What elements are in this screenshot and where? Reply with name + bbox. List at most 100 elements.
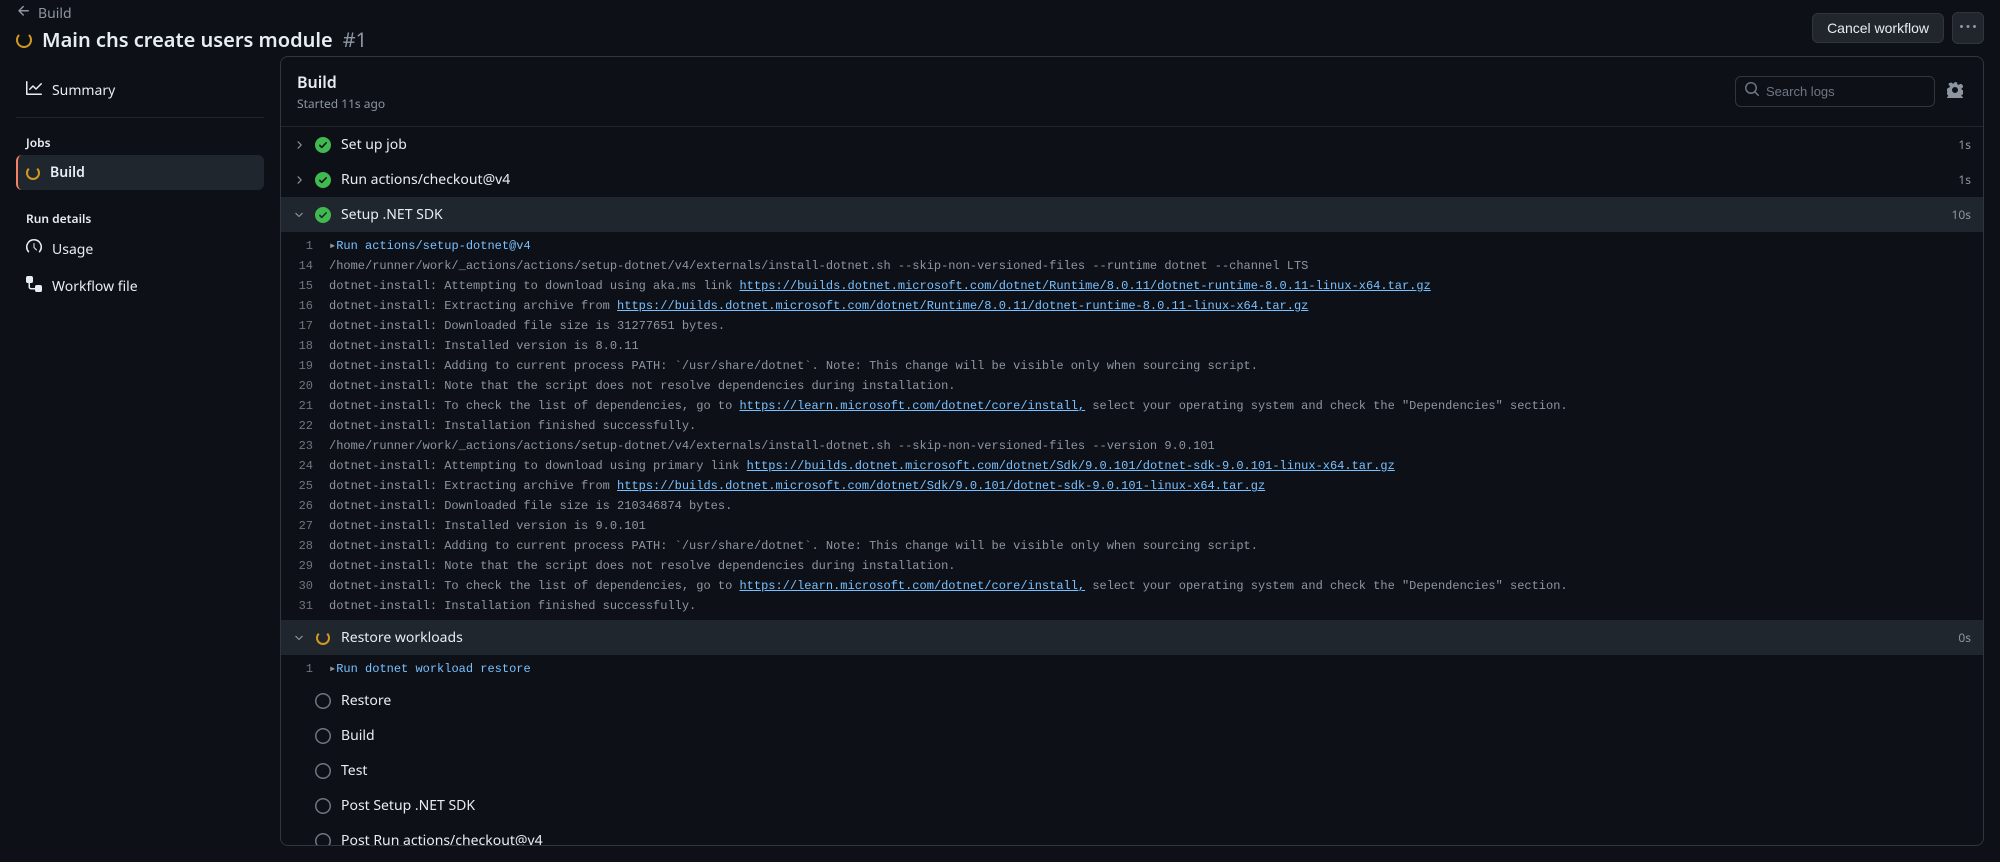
step-row[interactable]: Restore workloads 0s (281, 620, 1983, 655)
line-content: dotnet-install: Adding to current proces… (329, 537, 1983, 555)
top-bar-right: Cancel workflow (1812, 12, 1984, 44)
line-number[interactable]: 22 (281, 417, 329, 435)
circle-icon (315, 833, 331, 846)
line-number[interactable]: 21 (281, 397, 329, 415)
circle-icon (315, 763, 331, 779)
sidebar-item-label: Summary (52, 81, 115, 100)
log-line: 26dotnet-install: Downloaded file size i… (281, 496, 1983, 516)
line-content: /home/runner/work/_actions/actions/setup… (329, 437, 1983, 455)
workflow-icon (26, 276, 42, 297)
line-content: dotnet-install: Attempting to download u… (329, 457, 1983, 475)
log-line: 29dotnet-install: Note that the script d… (281, 556, 1983, 576)
log-body[interactable]: Set up job 1s Run actions/checkout@v4 1s… (281, 127, 1983, 845)
circle-icon (315, 728, 331, 744)
log-line: 27dotnet-install: Installed version is 9… (281, 516, 1983, 536)
line-content: dotnet-install: Extracting archive from … (329, 297, 1983, 315)
line-number[interactable]: 14 (281, 257, 329, 275)
log-line: 17dotnet-install: Downloaded file size i… (281, 316, 1983, 336)
step-name: Setup .NET SDK (341, 205, 1942, 224)
top-bar-left: Build Main chs create users module #1 (16, 3, 367, 53)
kebab-menu-button[interactable] (1952, 12, 1984, 44)
sidebar-item-usage[interactable]: Usage (16, 231, 264, 268)
step-row[interactable]: Post Setup .NET SDK (281, 788, 1983, 823)
main-layout: Summary Jobs Build Run details Usage Wor… (0, 56, 2000, 862)
circle-icon (315, 798, 331, 814)
running-spinner-icon (16, 32, 32, 48)
running-spinner-icon (26, 166, 40, 180)
log-line: 15dotnet-install: Attempting to download… (281, 276, 1983, 296)
check-circle-icon (315, 137, 331, 153)
log-lines: 1▸Run dotnet workload restore (281, 655, 1983, 683)
step-row[interactable]: Test (281, 753, 1983, 788)
line-number[interactable]: 16 (281, 297, 329, 315)
line-content: dotnet-install: Note that the script doe… (329, 377, 1983, 395)
back-label: Build (38, 4, 72, 23)
line-number[interactable]: 1 (281, 660, 329, 678)
content: Build Started 11s ago (280, 56, 2000, 862)
step-row[interactable]: Build (281, 718, 1983, 753)
sidebar-jobs-heading: Jobs (16, 126, 264, 155)
line-number[interactable]: 29 (281, 557, 329, 575)
line-content: ▸Run dotnet workload restore (329, 660, 1983, 678)
log-lines: 1▸Run actions/setup-dotnet@v414/home/run… (281, 232, 1983, 620)
sidebar-item-build[interactable]: Build (16, 155, 264, 190)
log-line: 16dotnet-install: Extracting archive fro… (281, 296, 1983, 316)
line-content: dotnet-install: Downloaded file size is … (329, 497, 1983, 515)
running-spinner-icon (315, 630, 331, 646)
run-number: #1 (343, 26, 367, 53)
line-number[interactable]: 24 (281, 457, 329, 475)
cancel-workflow-button[interactable]: Cancel workflow (1812, 13, 1944, 43)
step-name: Post Run actions/checkout@v4 (341, 831, 1961, 845)
line-number[interactable]: 26 (281, 497, 329, 515)
step-row[interactable]: Restore (281, 683, 1983, 718)
back-link[interactable]: Build (16, 3, 367, 24)
check-circle-icon (315, 207, 331, 223)
log-header-right (1735, 76, 1967, 107)
line-number[interactable]: 19 (281, 357, 329, 375)
line-number[interactable]: 27 (281, 517, 329, 535)
step-name: Test (341, 761, 1961, 780)
sidebar-item-label: Usage (52, 240, 93, 259)
step-row[interactable]: Setup .NET SDK 10s (281, 197, 1983, 232)
line-number[interactable]: 1 (281, 237, 329, 255)
log-line: 25dotnet-install: Extracting archive fro… (281, 476, 1983, 496)
step-name: Build (341, 726, 1961, 745)
line-number[interactable]: 25 (281, 477, 329, 495)
sidebar-item-label: Build (50, 163, 85, 182)
header-stack: Build Main chs create users module #1 (16, 3, 367, 53)
search-input[interactable] (1766, 84, 1942, 99)
line-number[interactable]: 15 (281, 277, 329, 295)
chevron-down-icon (293, 632, 305, 644)
step-time: 1s (1958, 136, 1971, 153)
sidebar-item-summary[interactable]: Summary (16, 72, 264, 109)
gear-icon (1947, 86, 1963, 101)
log-line: 1▸Run actions/setup-dotnet@v4 (281, 236, 1983, 256)
chevron-down-icon (293, 209, 305, 221)
line-number[interactable]: 18 (281, 337, 329, 355)
sidebar-item-workflow-file[interactable]: Workflow file (16, 268, 264, 305)
line-content: dotnet-install: Installed version is 8.0… (329, 337, 1983, 355)
step-name: Restore (341, 691, 1961, 710)
step-row[interactable]: Post Run actions/checkout@v4 (281, 823, 1983, 845)
line-content: dotnet-install: Attempting to download u… (329, 277, 1983, 295)
line-number[interactable]: 23 (281, 437, 329, 455)
log-line: 30dotnet-install: To check the list of d… (281, 576, 1983, 596)
step-row[interactable]: Run actions/checkout@v4 1s (281, 162, 1983, 197)
line-number[interactable]: 28 (281, 537, 329, 555)
kebab-icon (1960, 19, 1976, 38)
step-name: Restore workloads (341, 628, 1948, 647)
top-bar: Build Main chs create users module #1 Ca… (0, 0, 2000, 56)
line-content: dotnet-install: To check the list of dep… (329, 397, 1983, 415)
search-box[interactable] (1735, 76, 1935, 107)
line-number[interactable]: 31 (281, 597, 329, 615)
sidebar-divider (16, 117, 264, 118)
settings-button[interactable] (1943, 78, 1967, 105)
line-number[interactable]: 20 (281, 377, 329, 395)
step-time: 0s (1958, 629, 1971, 646)
workflow-title: Main chs create users module (42, 26, 333, 53)
line-content: dotnet-install: Extracting archive from … (329, 477, 1983, 495)
step-row[interactable]: Set up job 1s (281, 127, 1983, 162)
line-number[interactable]: 17 (281, 317, 329, 335)
line-number[interactable]: 30 (281, 577, 329, 595)
step-name: Set up job (341, 135, 1948, 154)
